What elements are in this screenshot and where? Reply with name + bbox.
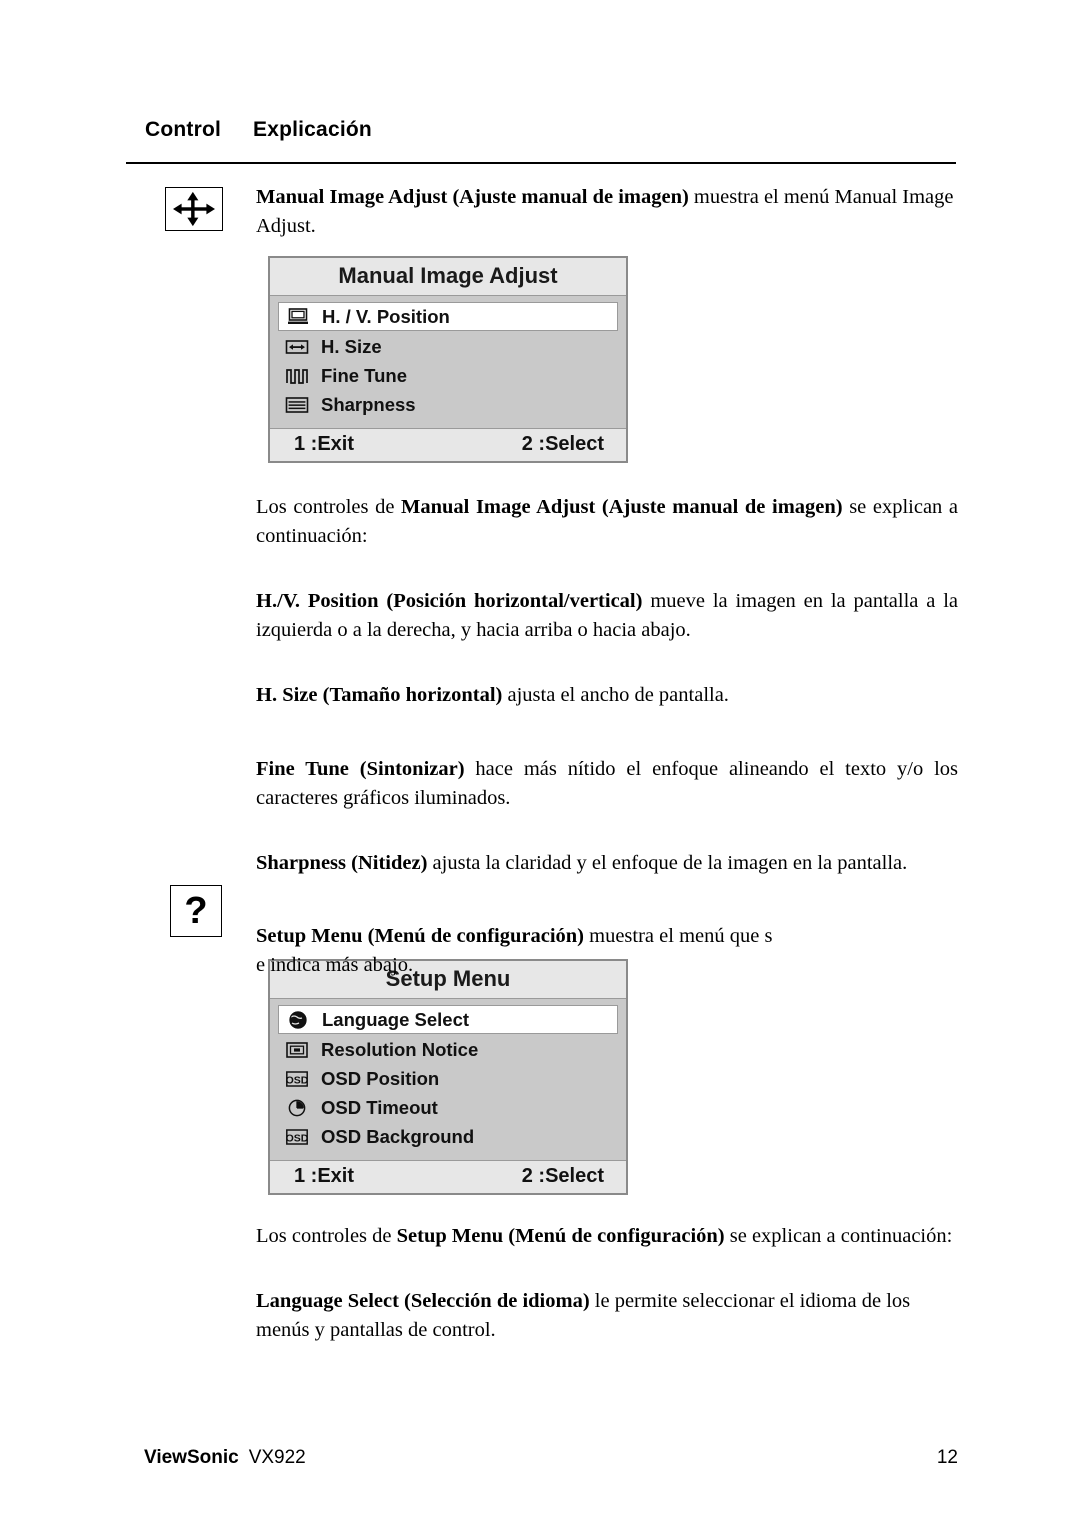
osd-item-h-size[interactable]: H. Size <box>278 333 618 360</box>
footer-brand-model: ViewSonic VX922 <box>144 1447 306 1469</box>
paragraph: Manual Image Adjust (Ajuste manual de im… <box>256 183 958 241</box>
osd-item-label: Language Select <box>322 1008 470 1030</box>
paragraph: H. Size (Tamaño horizontal) ajusta el an… <box>256 681 958 710</box>
paragraph-bold-lead: Manual Image Adjust (Ajuste manual de im… <box>256 186 689 208</box>
osd-item-language-select[interactable]: Language Select <box>278 1005 618 1034</box>
position-frame-icon <box>283 306 313 328</box>
four-way-arrows-glyph <box>173 191 215 227</box>
osd-item-label: OSD Position <box>321 1067 440 1089</box>
osd-manual-image-adjust: Manual Image Adjust H. / V. Position H. … <box>268 256 628 463</box>
globe-icon <box>283 1009 313 1031</box>
setup-menu-details: Los controles de Setup Menu (Menú de con… <box>256 1222 958 1345</box>
paragraph-text: Los controles de <box>256 496 402 518</box>
paragraph-bold-lead: Setup Menu (Menú de configuración) <box>256 924 584 947</box>
paragraph-bold-lead: H./V. Position (Posición horizontal/vert… <box>256 590 643 613</box>
paragraph-text: ajusta la claridad y el enfoque de la im… <box>427 851 908 874</box>
resolution-frame-icon <box>282 1039 312 1061</box>
fine-tune-waveform-icon <box>282 365 312 387</box>
footer-brand: ViewSonic <box>144 1447 239 1468</box>
osd-item-resolution-notice[interactable]: Resolution Notice <box>278 1036 618 1063</box>
paragraph-bold-lead: H. Size (Tamaño horizontal) <box>256 684 503 707</box>
osd-footer-exit[interactable]: 1 :Exit <box>294 1165 354 1188</box>
osd-item-label: OSD Timeout <box>321 1096 438 1118</box>
manual-image-adjust-intro: Manual Image Adjust (Ajuste manual de im… <box>256 183 958 241</box>
osd-footer-exit[interactable]: 1 :Exit <box>294 433 354 456</box>
page-footer: ViewSonic VX922 12 <box>144 1447 958 1469</box>
osd-item-label: H. / V. Position <box>322 305 450 327</box>
footer-model: VX922 <box>248 1447 306 1468</box>
osd-item-osd-background[interactable]: OSD OSD Background <box>278 1123 618 1150</box>
osd-item-list: Language Select Resolution Notice OSD OS… <box>270 999 626 1160</box>
paragraph-text: e indica más abajo. <box>256 953 414 976</box>
footer-page-number: 12 <box>936 1447 958 1468</box>
osd-footer-select[interactable]: 2 :Select <box>522 433 604 456</box>
paragraph-text: muestra el menú que s <box>584 924 773 947</box>
osd-item-osd-timeout[interactable]: OSD Timeout <box>278 1094 618 1121</box>
header-divider-rule <box>126 162 956 164</box>
paragraph-bold: Manual Image Adjust (Ajuste manual de im… <box>401 496 843 518</box>
paragraph-bold: Setup Menu (Menú de configuración) <box>396 1225 725 1247</box>
osd-item-label: Resolution Notice <box>321 1038 479 1060</box>
osd-item-label: OSD Background <box>321 1125 475 1147</box>
osd-setup-menu: Setup Menu Language Select Resolution No… <box>268 959 628 1195</box>
paragraph-text: ajusta el ancho de pantalla. <box>502 684 729 707</box>
horizontal-size-icon <box>282 336 312 358</box>
svg-text:OSD: OSD <box>286 1132 309 1144</box>
osd-footer: 1 :Exit 2 :Select <box>270 1160 626 1193</box>
osd-title: Manual Image Adjust <box>270 258 626 296</box>
paragraph: Sharpness (Nitidez) ajusta la claridad y… <box>256 849 958 878</box>
osd-item-hv-position[interactable]: H. / V. Position <box>278 302 618 331</box>
osd-item-list: H. / V. Position H. Size Fine Tune Sharp… <box>270 296 626 428</box>
column-header-control: Control <box>145 118 222 141</box>
paragraph: Los controles de Setup Menu (Menú de con… <box>256 1222 958 1251</box>
manual-page: Control Explicación ? Manual Image Adjust <box>0 0 1080 1528</box>
paragraph: Fine Tune (Sintonizar) hace más nítido e… <box>256 755 958 813</box>
paragraph: H./V. Position (Posición horizontal/vert… <box>256 587 958 645</box>
osd-footer-select[interactable]: 2 :Select <box>522 1165 604 1188</box>
column-header: Control Explicación <box>145 118 965 142</box>
paragraph: Los controles de Manual Image Adjust (Aj… <box>256 493 958 551</box>
paragraph-bold-lead: Fine Tune (Sintonizar) <box>256 757 465 780</box>
osd-footer: 1 :Exit 2 :Select <box>270 428 626 461</box>
osd-item-label: Fine Tune <box>321 364 407 386</box>
question-mark-icon: ? <box>170 885 222 937</box>
paragraph-text: se explican a continuación: <box>724 1225 953 1247</box>
paragraph-bold-lead: Language Select (Selección de idioma) <box>256 1290 590 1313</box>
osd-item-label: H. Size <box>321 335 382 357</box>
osd-item-sharpness[interactable]: Sharpness <box>278 391 618 418</box>
paragraph-bold-lead: Sharpness (Nitidez) <box>256 851 428 874</box>
osd-text-icon: OSD <box>282 1126 312 1148</box>
manual-image-adjust-details: Los controles de Manual Image Adjust (Aj… <box>256 493 958 980</box>
osd-text-icon: OSD <box>282 1068 312 1090</box>
paragraph-text: Los controles de <box>256 1225 397 1247</box>
osd-item-osd-position[interactable]: OSD OSD Position <box>278 1065 618 1092</box>
osd-item-label: Sharpness <box>321 393 416 415</box>
osd-item-fine-tune[interactable]: Fine Tune <box>278 362 618 389</box>
paragraph: Setup Menu (Menú de configuración) muest… <box>256 922 958 980</box>
column-header-explicacion: Explicación <box>253 118 372 141</box>
sharpness-lines-icon <box>282 394 312 416</box>
paragraph: Language Select (Selección de idioma) le… <box>256 1287 958 1345</box>
clock-icon <box>282 1097 312 1119</box>
svg-text:OSD: OSD <box>286 1074 309 1086</box>
four-way-arrows-icon <box>165 187 223 231</box>
